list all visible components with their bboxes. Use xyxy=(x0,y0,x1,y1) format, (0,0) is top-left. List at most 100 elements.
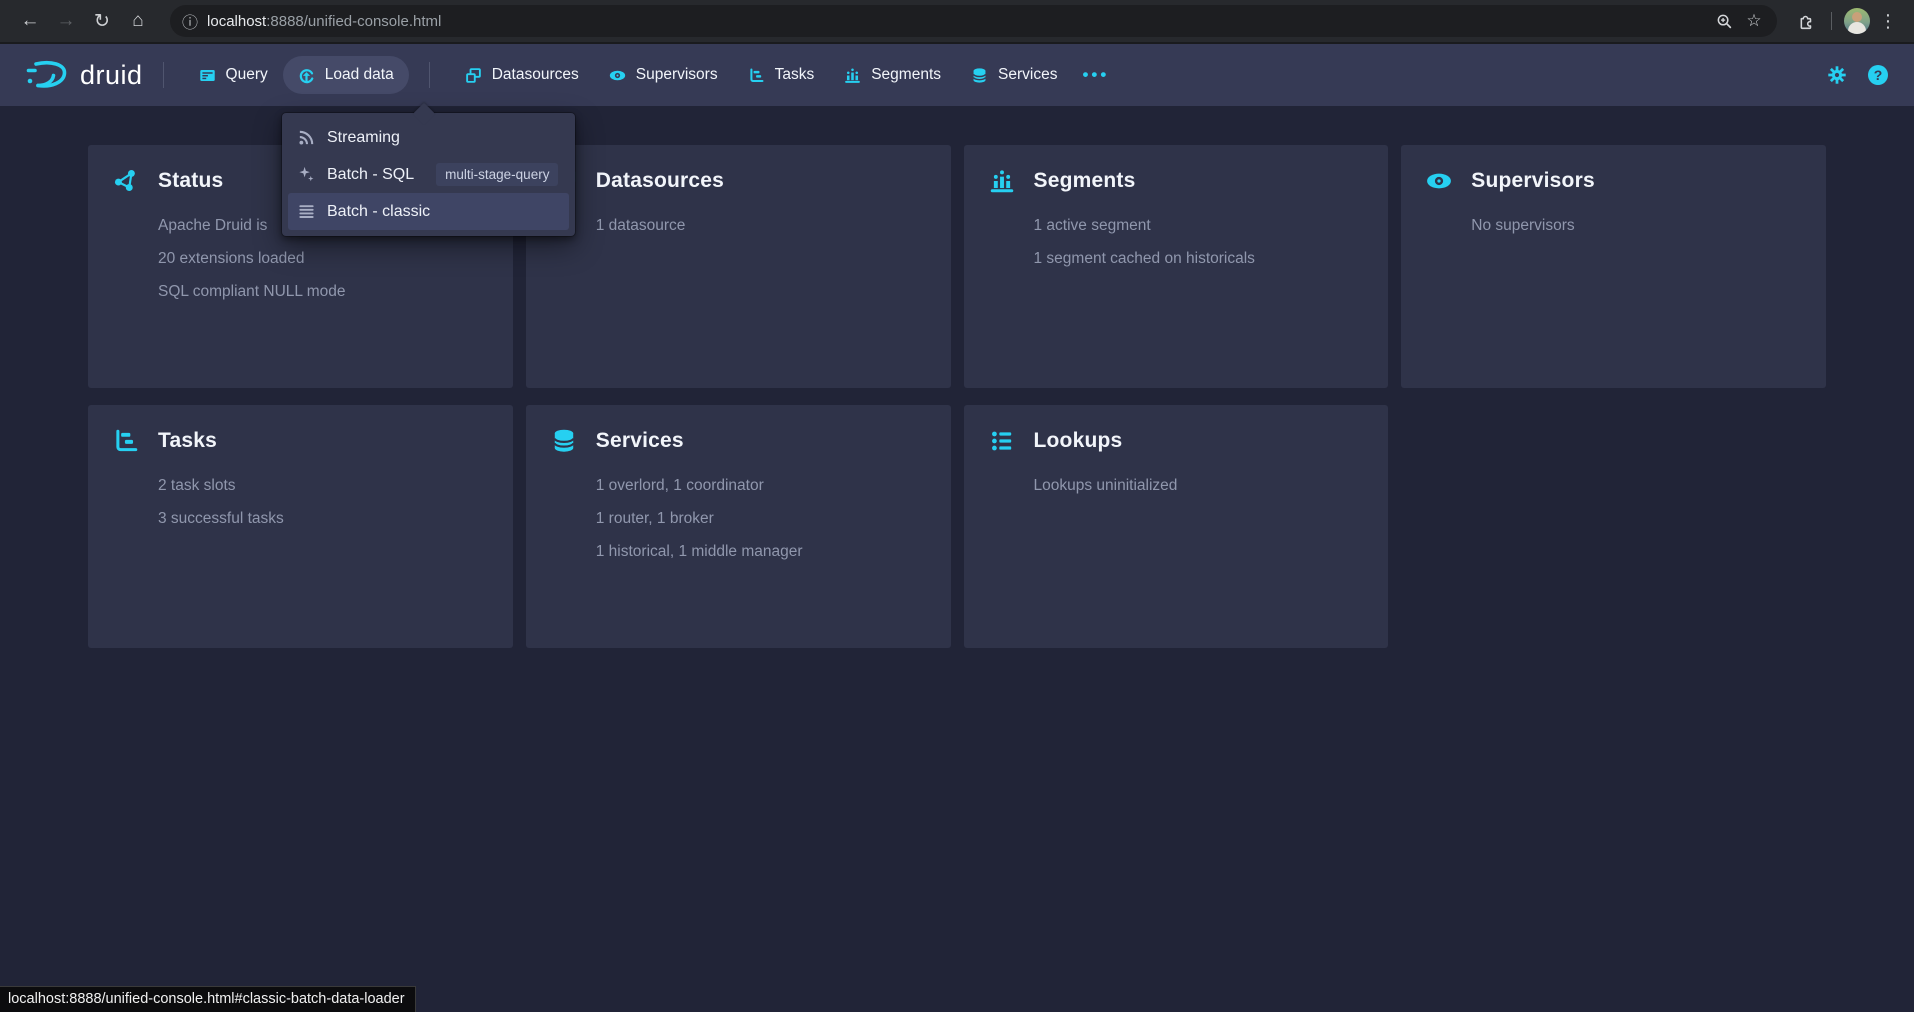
bar-chart-icon xyxy=(988,168,1016,194)
puzzle-icon xyxy=(1794,10,1816,32)
address-bar[interactable]: ⓘ localhost:8888/unified-console.html ☆ xyxy=(170,5,1777,37)
browser-reload-button[interactable]: ↻ xyxy=(84,3,120,39)
zoom-page-icon[interactable] xyxy=(1709,6,1739,36)
services-line: 1 historical, 1 middle manager xyxy=(596,535,927,568)
cloud-upload-icon xyxy=(298,67,315,84)
profile-avatar[interactable] xyxy=(1844,8,1870,34)
browser-toolbar: ← → ↻ ⌂ ⓘ localhost:8888/unified-console… xyxy=(0,0,1914,44)
segments-line: 1 active segment xyxy=(1034,209,1365,242)
url-host: localhost xyxy=(207,13,266,30)
eye-icon xyxy=(609,67,626,84)
extensions-button[interactable] xyxy=(1787,3,1823,39)
datasources-card[interactable]: Datasources 1 datasource xyxy=(526,145,951,388)
database-icon xyxy=(550,428,578,454)
nav-item-label: Supervisors xyxy=(636,66,718,84)
nav-item-query[interactable]: Query xyxy=(184,56,283,94)
more-dots-icon: ••• xyxy=(1082,65,1109,84)
brand-name: druid xyxy=(80,60,143,91)
lookups-line: Lookups uninitialized xyxy=(1034,469,1365,502)
bar-chart-icon xyxy=(844,67,861,84)
services-card[interactable]: Services 1 overlord, 1 coordinator 1 rou… xyxy=(526,405,951,648)
browser-back-button[interactable]: ← xyxy=(12,3,48,39)
browser-menu-button[interactable]: ⋮ xyxy=(1874,11,1902,32)
nav-item-supervisors[interactable]: Supervisors xyxy=(594,56,733,94)
nav-item-label: Load data xyxy=(325,66,394,84)
nav-item-label: Query xyxy=(226,66,268,84)
navbar-divider xyxy=(429,62,430,88)
nav-more-button[interactable]: ••• xyxy=(1072,59,1119,91)
star-icon: ☆ xyxy=(1746,11,1761,31)
card-title: Status xyxy=(158,169,223,193)
reload-icon: ↻ xyxy=(94,10,110,33)
sparkles-icon xyxy=(297,165,316,184)
nav-item-datasources[interactable]: Datasources xyxy=(450,56,594,94)
home-icon: ⌂ xyxy=(132,10,143,32)
nav-item-tasks[interactable]: Tasks xyxy=(733,56,830,94)
gantt-chart-icon xyxy=(112,428,140,454)
magnifier-icon xyxy=(1716,13,1733,30)
card-title: Segments xyxy=(1034,169,1136,193)
navbar-divider xyxy=(163,62,164,88)
settings-gear-icon[interactable] xyxy=(1826,64,1848,86)
load-data-dropdown: Streaming Batch - SQL multi-stage-query … xyxy=(282,113,575,236)
nav-item-label: Segments xyxy=(871,66,941,84)
segments-line: 1 segment cached on historicals xyxy=(1034,242,1365,275)
supervisors-line: No supervisors xyxy=(1471,209,1802,242)
menu-item-label: Batch - SQL xyxy=(327,166,414,184)
card-title: Tasks xyxy=(158,429,217,453)
services-line: 1 overlord, 1 coordinator xyxy=(596,469,927,502)
menu-item-batch-sql[interactable]: Batch - SQL multi-stage-query xyxy=(288,156,569,193)
card-title: Supervisors xyxy=(1471,169,1595,193)
card-title: Datasources xyxy=(596,169,724,193)
tasks-line: 2 task slots xyxy=(158,469,489,502)
browser-home-button[interactable]: ⌂ xyxy=(120,3,156,39)
url-path: :8888/unified-console.html xyxy=(266,13,441,30)
supervisors-card[interactable]: Supervisors No supervisors xyxy=(1401,145,1826,388)
segments-card[interactable]: Segments 1 active segment 1 segment cach… xyxy=(964,145,1389,388)
query-application-icon xyxy=(199,67,216,84)
nav-item-label: Services xyxy=(998,66,1057,84)
database-icon xyxy=(971,67,988,84)
druid-logo[interactable]: druid xyxy=(24,59,143,91)
graph-icon xyxy=(112,168,140,194)
bookmark-star-button[interactable]: ☆ xyxy=(1739,6,1769,36)
tasks-line: 3 successful tasks xyxy=(158,502,489,535)
link-preview-statusbar: localhost:8888/unified-console.html#clas… xyxy=(0,986,416,1012)
card-title: Services xyxy=(596,429,684,453)
nav-item-segments[interactable]: Segments xyxy=(829,56,956,94)
link-preview-text: localhost:8888/unified-console.html#clas… xyxy=(8,991,405,1007)
browser-forward-button[interactable]: → xyxy=(48,3,84,39)
question-mark-icon: ? xyxy=(1874,67,1883,83)
toolbar-separator xyxy=(1831,12,1832,30)
nav-item-label: Datasources xyxy=(492,66,579,84)
card-title: Lookups xyxy=(1034,429,1123,453)
nav-item-label: Tasks xyxy=(775,66,815,84)
kebab-menu-icon: ⋮ xyxy=(1879,11,1897,31)
druid-swirl-icon xyxy=(24,59,70,91)
properties-list-icon xyxy=(988,428,1016,454)
msq-badge: multi-stage-query xyxy=(436,163,558,186)
tasks-card[interactable]: Tasks 2 task slots 3 successful tasks xyxy=(88,405,513,648)
feed-icon xyxy=(297,128,316,147)
list-icon xyxy=(297,202,316,221)
back-icon: ← xyxy=(21,10,40,32)
app-navbar: druid Query Load data Datasources xyxy=(0,44,1914,106)
gantt-chart-icon xyxy=(748,67,765,84)
url-text: localhost:8888/unified-console.html xyxy=(207,13,1709,30)
services-line: 1 router, 1 broker xyxy=(596,502,927,535)
multicube-icon xyxy=(465,67,482,84)
datasources-line: 1 datasource xyxy=(596,209,927,242)
eye-icon xyxy=(1425,168,1453,194)
menu-item-streaming[interactable]: Streaming xyxy=(288,119,569,156)
menu-item-batch-classic[interactable]: Batch - classic xyxy=(288,193,569,230)
status-line: SQL compliant NULL mode xyxy=(158,275,489,308)
menu-item-label: Streaming xyxy=(327,129,400,147)
forward-icon: → xyxy=(57,10,76,32)
status-line: 20 extensions loaded xyxy=(158,242,489,275)
nav-item-services[interactable]: Services xyxy=(956,56,1072,94)
nav-item-load-data[interactable]: Load data xyxy=(283,56,409,94)
site-info-icon[interactable]: ⓘ xyxy=(182,9,198,33)
help-button[interactable]: ? xyxy=(1868,65,1888,85)
menu-item-label: Batch - classic xyxy=(327,203,430,221)
lookups-card[interactable]: Lookups Lookups uninitialized xyxy=(964,405,1389,648)
